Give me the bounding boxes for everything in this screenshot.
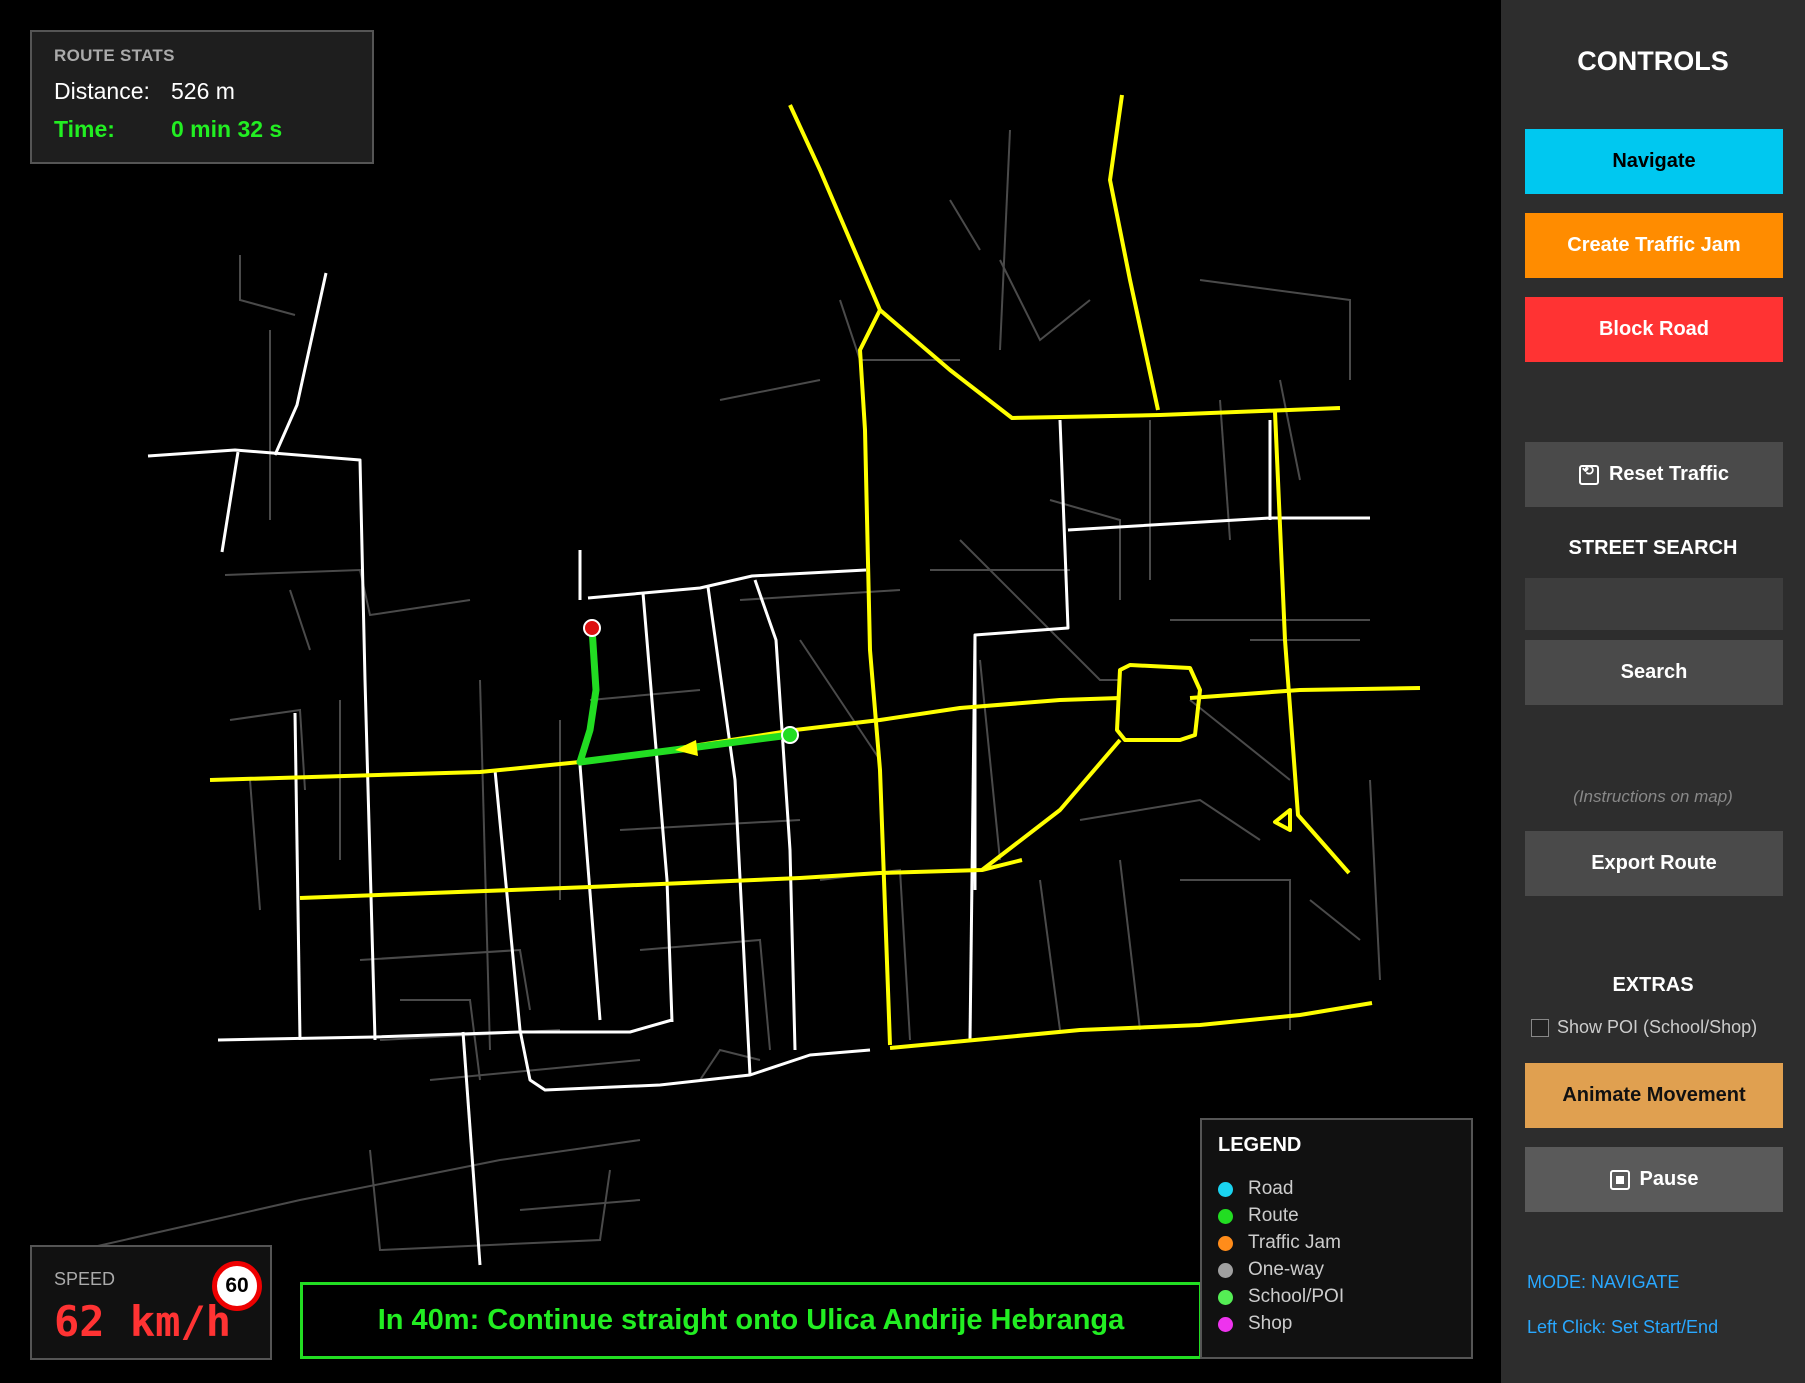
legend-title: LEGEND [1218,1134,1302,1156]
legend-item-school-poi: School/POI [1218,1286,1344,1308]
block-road-button[interactable]: Block Road [1525,297,1783,362]
time-row: Time: 0 min 32 s [54,116,282,143]
minor-roads [79,129,1381,1252]
distance-label: Distance: [54,78,150,104]
road-dot-icon [1218,1181,1233,1197]
controls-title: CONTROLS [1577,46,1729,76]
navigation-instruction: In 40m: Continue straight onto Ulica And… [300,1282,1202,1359]
speed-title: SPEED [54,1269,116,1289]
route-end-marker-icon [583,619,601,637]
map-canvas[interactable]: ROUTE STATS Distance: 526 m Time: 0 min 32… [0,0,1501,1383]
create-traffic-jam-button[interactable]: Create Traffic Jam [1525,213,1783,278]
controls-panel: CONTROLS Navigate Create Traffic Jam Blo… [1501,0,1805,1383]
pause-button[interactable]: Pause [1525,1147,1783,1212]
school-poi-dot-icon [1218,1289,1233,1305]
legend-item-one-way: One-way [1218,1259,1324,1281]
instructions-note: (Instructions on map) [1573,787,1733,806]
street-search-input[interactable] [1525,578,1783,630]
route-stats-panel: ROUTE STATS Distance: 526 m Time: 0 min 32… [30,30,374,164]
export-route-button[interactable]: Export Route [1525,831,1783,896]
traffic-jam-dot-icon [1218,1235,1233,1251]
speed-value: 62 km/h [54,1297,232,1346]
navigate-button[interactable]: Navigate [1525,129,1783,194]
animate-movement-button[interactable]: Animate Movement [1525,1063,1783,1128]
legend-item-route: Route [1218,1205,1299,1227]
legend-item-shop: Shop [1218,1313,1292,1335]
pause-icon [1609,1169,1630,1190]
time-value: 0 min 32 s [171,116,283,142]
roads [147,272,1370,1266]
legend-item-road: Road [1218,1178,1293,1200]
street-search-title: STREET SEARCH [1568,537,1738,559]
speed-panel: SPEED 62 km/h 60 [30,1245,272,1360]
distance-row: Distance: 526 m [54,78,235,105]
extras-title: EXTRAS [1612,974,1694,996]
reset-icon [1578,462,1599,485]
speed-limit-sign-icon: 60 [212,1261,262,1311]
show-poi-checkbox[interactable]: Show POI (School/Shop) [1531,1017,1757,1038]
distance-value: 526 m [171,78,235,104]
mode-status: MODE: NAVIGATE [1527,1272,1680,1292]
legend-panel: LEGEND Road Route Traffic Jam One-way Sc… [1200,1118,1473,1359]
checkbox-icon[interactable] [1531,1018,1549,1037]
route-dot-icon [1218,1208,1233,1224]
search-button[interactable]: Search [1525,640,1783,705]
one-way-dot-icon [1218,1262,1233,1278]
route-stats-title: ROUTE STATS [54,46,175,65]
time-label: Time: [54,116,115,142]
click-hint: Left Click: Set Start/End [1527,1317,1719,1337]
reset-traffic-button[interactable]: Reset Traffic [1525,442,1783,507]
shop-dot-icon [1218,1316,1233,1332]
legend-item-traffic-jam: Traffic Jam [1218,1232,1341,1254]
route-start-marker-icon [781,726,799,744]
